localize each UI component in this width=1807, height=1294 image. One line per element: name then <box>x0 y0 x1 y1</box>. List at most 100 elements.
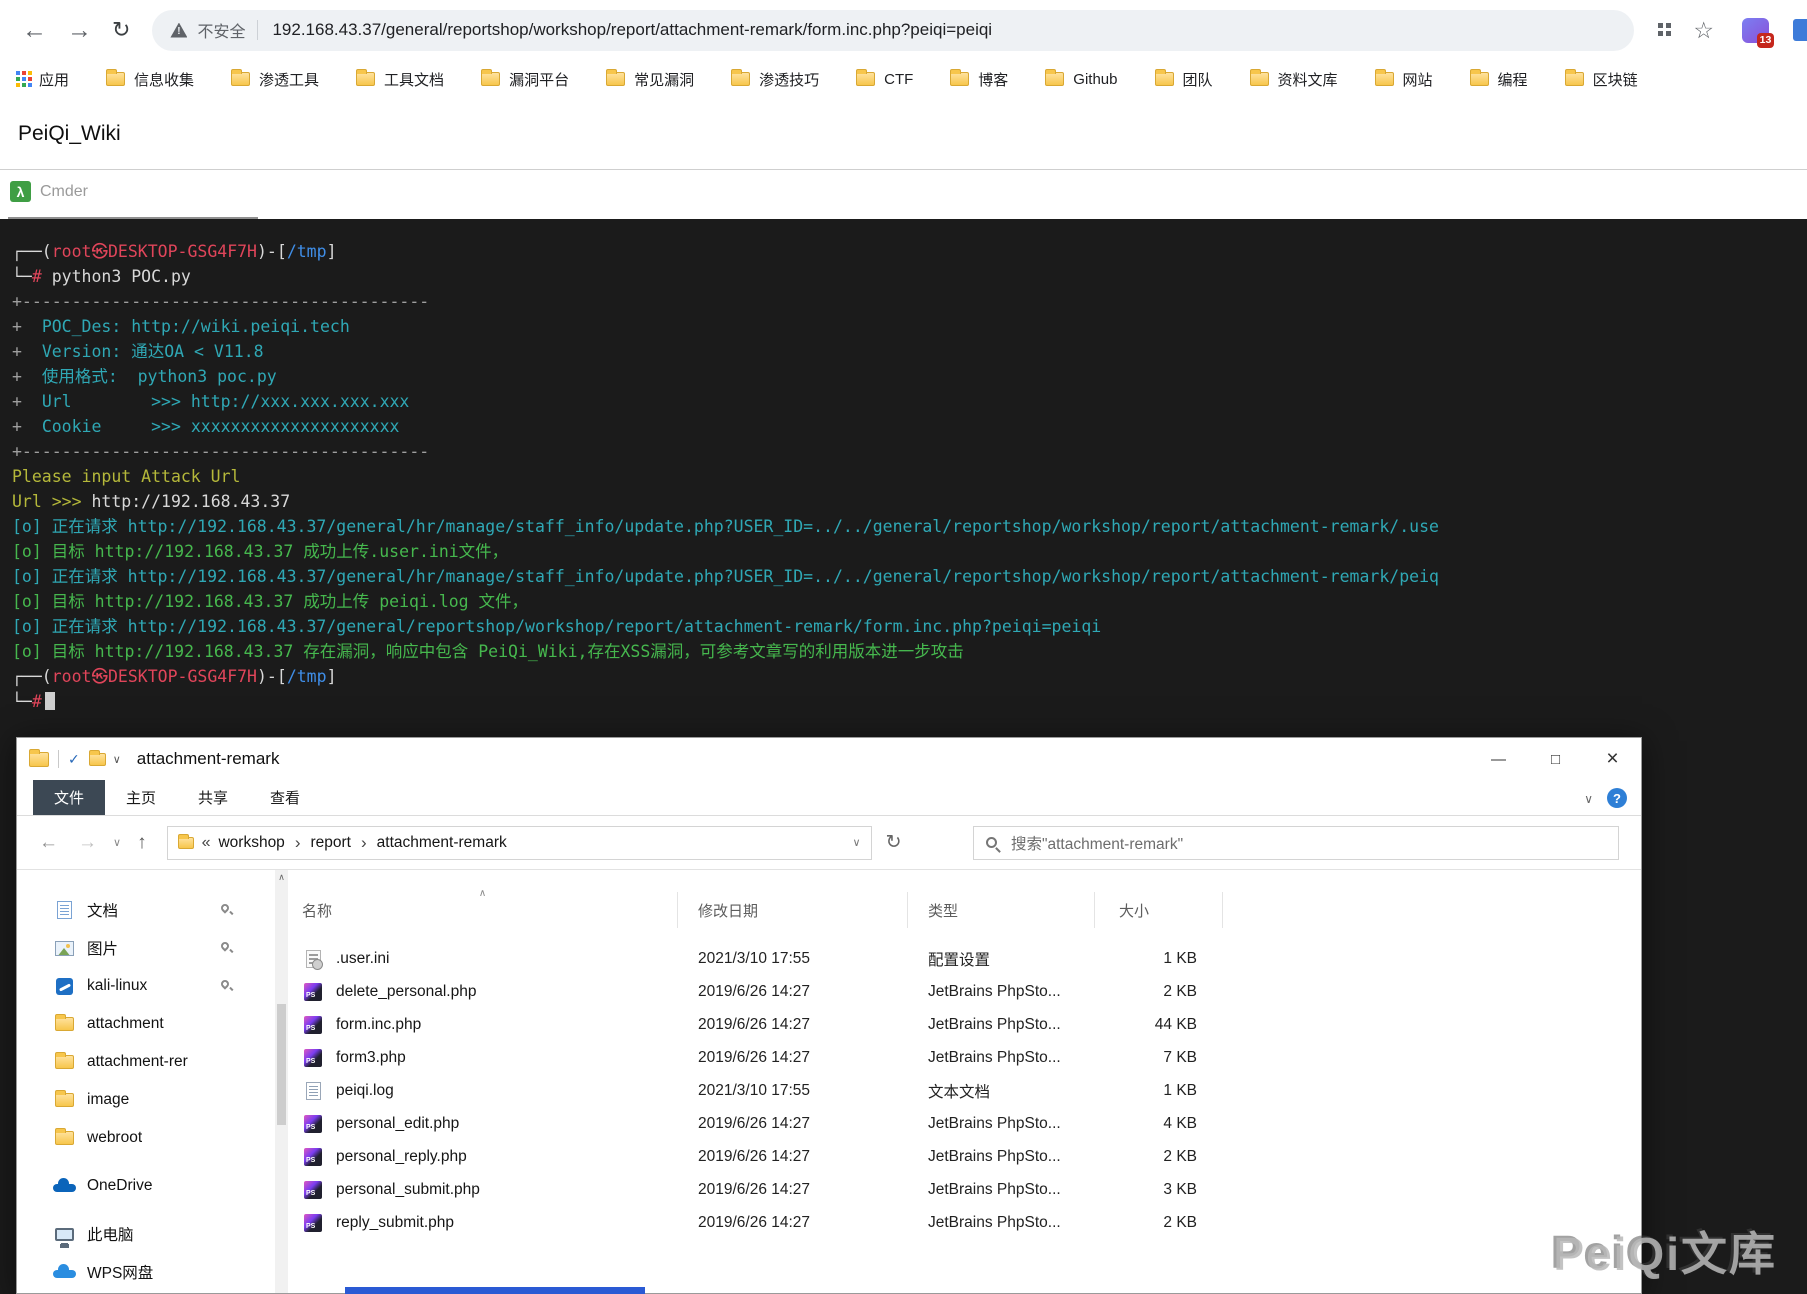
search-text: 搜索"attachment-remark" <box>1011 832 1183 854</box>
file-type: JetBrains PhpSto... <box>908 1181 1095 1199</box>
file-size: 4 KB <box>1095 1115 1223 1133</box>
nav-history-caret-icon[interactable]: ∨ <box>113 836 121 849</box>
file-size: 1 KB <box>1095 950 1223 968</box>
file-row[interactable]: PSpersonal_edit.php2019/6/26 14:27JetBra… <box>288 1107 1641 1140</box>
qat-caret-icon[interactable]: ∨ <box>113 753 121 766</box>
warning-icon: ! <box>170 23 187 38</box>
minimize-button[interactable]: — <box>1470 738 1527 780</box>
bookmark-item[interactable]: 工具文档 <box>356 69 444 90</box>
refresh-icon[interactable]: ↻ <box>886 831 902 854</box>
bookmark-item[interactable]: 博客 <box>950 69 1008 90</box>
tab-file[interactable]: 文件 <box>33 780 105 815</box>
tab-home[interactable]: 主页 <box>105 780 177 815</box>
close-button[interactable]: × <box>1584 738 1641 780</box>
sidebar-item-this-pc[interactable]: 此电脑 <box>17 1215 275 1253</box>
sidebar-item-attachment-rer[interactable]: attachment-rer <box>17 1043 275 1081</box>
bookmark-item[interactable]: 渗透技巧 <box>731 69 819 90</box>
breadcrumb-item[interactable]: workshop <box>218 834 284 852</box>
qat-folder-icon[interactable] <box>89 753 106 766</box>
terminal-line: + Cookie >>> xxxxxxxxxxxxxxxxxxxxx <box>12 414 1807 439</box>
sidebar-item-webroot[interactable]: webroot <box>17 1119 275 1157</box>
extension-icon[interactable]: 13 <box>1742 18 1769 43</box>
ribbon-tabs: ∨ ? 文件主页共享查看 <box>17 780 1641 816</box>
file-size: 2 KB <box>1095 983 1223 1001</box>
file-row[interactable]: PSform.inc.php2019/6/26 14:27JetBrains P… <box>288 1008 1641 1041</box>
terminal-text: [o] 目标 http://192.168.43.37 成功上传.user.in… <box>12 542 508 561</box>
terminal-text: └─ <box>12 692 32 711</box>
bookmark-item[interactable]: Github <box>1045 71 1117 88</box>
sidebar-item-image[interactable]: image <box>17 1081 275 1119</box>
bookmark-label: CTF <box>884 71 913 88</box>
terminal-line: + POC_Des: http://wiki.peiqi.tech <box>12 314 1807 339</box>
breadcrumb-item[interactable]: report <box>310 834 351 852</box>
bookmark-item[interactable]: 漏洞平台 <box>481 69 569 90</box>
bookmark-star-icon[interactable]: ☆ <box>1693 17 1714 44</box>
bookmark-item[interactable]: 团队 <box>1155 69 1213 90</box>
bookmark-item[interactable]: 区块链 <box>1565 69 1638 90</box>
folder-icon <box>856 72 875 86</box>
pin-icon <box>219 940 230 951</box>
qat-checkmark-icon[interactable]: ✓ <box>68 751 80 768</box>
nav-up-icon[interactable]: ↑ <box>137 832 147 854</box>
sidebar-item-attachment[interactable]: attachment <box>17 1005 275 1043</box>
bookmark-item[interactable]: 网站 <box>1375 69 1433 90</box>
help-button[interactable]: ? <box>1607 788 1627 808</box>
address-bar[interactable]: ! 不安全 192.168.43.37/general/reportshop/w… <box>152 10 1634 51</box>
column-header-date[interactable]: 修改日期 <box>678 892 908 928</box>
forward-icon[interactable]: → <box>67 16 92 45</box>
search-box[interactable]: 搜索"attachment-remark" <box>973 826 1619 860</box>
file-row[interactable]: PSreply_submit.php2019/6/26 14:27JetBrai… <box>288 1206 1641 1239</box>
file-name-cell: PSpersonal_edit.php <box>288 1115 678 1133</box>
bookmark-item[interactable]: CTF <box>856 71 913 88</box>
file-name: personal_reply.php <box>336 1148 467 1166</box>
bookmark-item[interactable]: 常见漏洞 <box>606 69 694 90</box>
breadcrumb-item[interactable]: attachment-remark <box>377 834 507 852</box>
scrollbar-thumb[interactable] <box>277 1004 286 1125</box>
ribbon-expand-icon[interactable]: ∨ <box>1584 792 1593 806</box>
grid-icon[interactable] <box>1658 23 1663 28</box>
terminal-text: Please input Attack Url <box>12 467 240 486</box>
sidebar-item-onedrive[interactable]: OneDrive <box>17 1167 275 1205</box>
file-row[interactable]: PSpersonal_submit.php2019/6/26 14:27JetB… <box>288 1173 1641 1206</box>
file-row[interactable]: PSform3.php2019/6/26 14:27JetBrains PhpS… <box>288 1041 1641 1074</box>
column-header-size[interactable]: 大小 <box>1095 892 1223 928</box>
watermark: PeiQi文库 <box>1553 1218 1777 1284</box>
tab-view[interactable]: 查看 <box>249 780 321 815</box>
terminal-line: + Url >>> http://xxx.xxx.xxx.xxx <box>12 389 1807 414</box>
search-icon <box>986 837 997 848</box>
file-row[interactable]: PSpersonal_reply.php2019/6/26 14:27JetBr… <box>288 1140 1641 1173</box>
maximize-button[interactable]: □ <box>1527 738 1584 780</box>
security-label[interactable]: 不安全 <box>197 18 245 42</box>
scroll-up-icon[interactable]: ∧ <box>275 872 288 883</box>
bookmark-item[interactable]: 编程 <box>1470 69 1528 90</box>
tab-share[interactable]: 共享 <box>177 780 249 815</box>
file-row[interactable]: PSdelete_personal.php2019/6/26 14:27JetB… <box>288 975 1641 1008</box>
file-row[interactable]: .user.ini2021/3/10 17:55配置设置1 KB <box>288 942 1641 975</box>
partial-extension-icon[interactable] <box>1793 19 1807 41</box>
sidebar-item-kali-linux[interactable]: kali-linux <box>17 967 275 1005</box>
text-doc-icon <box>306 1082 321 1100</box>
nav-forward-icon[interactable]: → <box>78 832 97 854</box>
nav-back-icon[interactable]: ← <box>39 832 58 854</box>
sidebar-item-wps-drive[interactable]: WPS网盘 <box>17 1253 275 1291</box>
bookmark-item[interactable]: 应用 <box>16 69 69 90</box>
ini-icon <box>306 950 321 968</box>
back-icon[interactable]: ← <box>22 16 47 45</box>
bookmark-item[interactable]: 渗透工具 <box>231 69 319 90</box>
sidebar-scrollbar[interactable]: ∧ <box>275 870 288 1293</box>
sidebar-item-pictures[interactable]: 图片 <box>17 929 275 967</box>
terminal-text: root㉿DESKTOP-GSG4F7H <box>52 242 257 261</box>
cmder-tab[interactable]: λ Cmder <box>10 181 88 202</box>
bookmark-item[interactable]: 信息收集 <box>106 69 194 90</box>
file-row[interactable]: peiqi.log2021/3/10 17:55文本文档1 KB <box>288 1074 1641 1107</box>
breadcrumb[interactable]: «workshop›report›attachment-remark∨ <box>167 826 872 860</box>
explorer-window: ✓ ∨ attachment-remark — □ × ∨ ? 文件主页共享查看… <box>16 737 1642 1294</box>
column-header-type[interactable]: 类型 <box>908 892 1095 928</box>
file-date: 2021/3/10 17:55 <box>678 1082 908 1100</box>
address-caret-icon[interactable]: ∨ <box>853 836 861 849</box>
sidebar-item-documents[interactable]: 文档 <box>17 891 275 929</box>
terminal-text: + <box>12 367 42 386</box>
column-header-name[interactable]: ∧ 名称 <box>288 892 678 928</box>
reload-icon[interactable]: ↻ <box>112 17 130 43</box>
bookmark-item[interactable]: 资料文库 <box>1250 69 1338 90</box>
